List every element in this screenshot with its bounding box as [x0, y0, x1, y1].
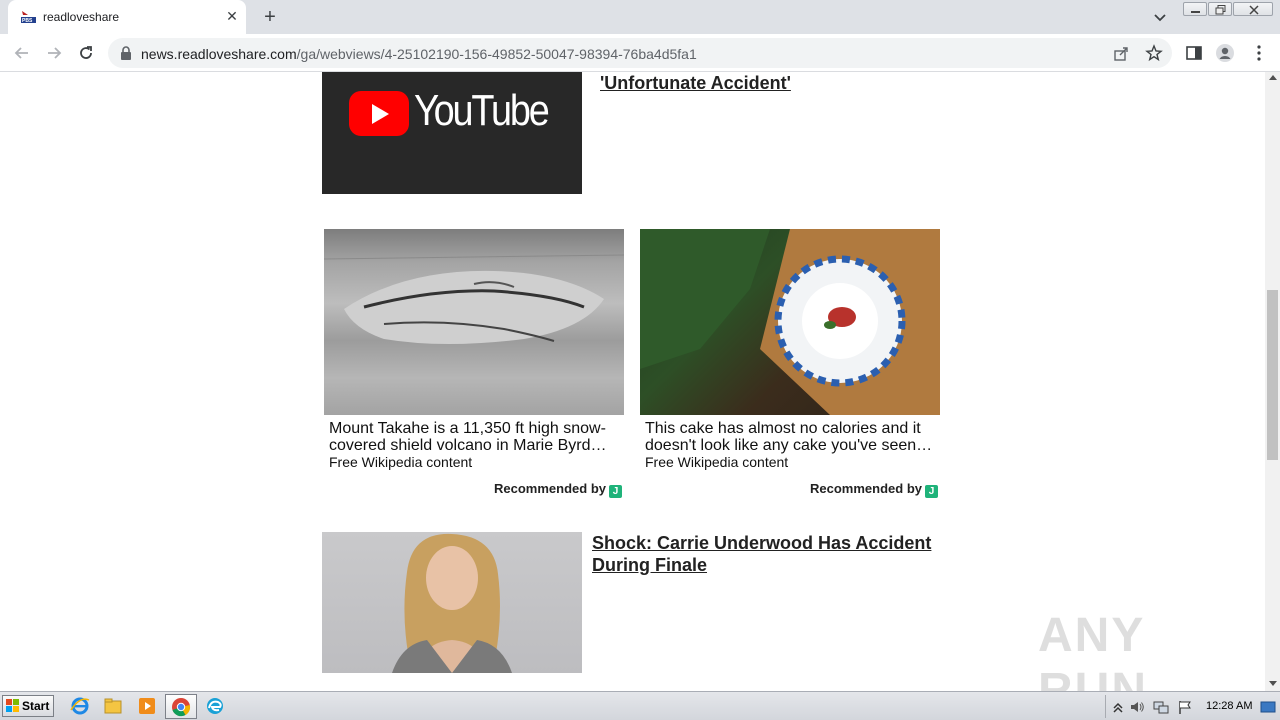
recommendation-caption[interactable]: Mount Takahe is a 11,350 ft high snow-co… — [324, 420, 620, 454]
browser-toolbar: news.readloveshare.com/ga/webviews/4-251… — [0, 34, 1280, 72]
recommended-by-text: Recommended by — [494, 481, 606, 496]
close-window-icon — [1249, 5, 1259, 15]
jubna-badge-icon: J — [925, 485, 938, 498]
tab-strip: PBS readloveshare ✕ + — [0, 0, 1280, 34]
show-hidden-icons-icon[interactable] — [1110, 699, 1126, 715]
restore-icon — [1215, 5, 1226, 15]
bookmark-star-icon[interactable] — [1145, 44, 1163, 62]
scrollbar-thumb[interactable] — [1267, 290, 1278, 460]
start-button[interactable]: Start — [2, 695, 54, 717]
recommendation-card-volcano[interactable]: Mount Takahe is a 11,350 ft high snow-co… — [324, 229, 624, 498]
recommendation-source: Free Wikipedia content — [329, 454, 473, 470]
more-menu-icon[interactable] — [1249, 43, 1269, 63]
url-path: /ga/webviews/4-25102190-156-49852-50047-… — [296, 46, 697, 62]
page-viewport: YouTube 'Unfortunate Accident' Mount Tak… — [0, 72, 1265, 691]
anyrun-watermark: ANY RUN — [1038, 609, 1148, 691]
jubna-badge-icon: J — [609, 485, 622, 498]
youtube-play-icon — [349, 91, 409, 136]
recommended-by-label[interactable]: Recommended by J — [494, 481, 622, 498]
second-article-link[interactable]: Shock: Carrie Underwood Has Accident Dur… — [592, 532, 942, 576]
chrome-icon — [172, 698, 191, 717]
recommendation-caption[interactable]: This cake has almost no calories and it … — [640, 420, 936, 454]
volcano-image[interactable] — [324, 229, 624, 415]
system-clock[interactable]: 12:28 AM — [1206, 700, 1252, 712]
recommendation-card-cake[interactable]: This cake has almost no calories and it … — [640, 229, 940, 498]
tab-title: readloveshare — [43, 10, 120, 24]
file-explorer-icon[interactable] — [102, 696, 124, 716]
youtube-wordmark: YouTube — [414, 86, 550, 135]
forward-arrow-icon[interactable] — [44, 43, 64, 63]
share-icon[interactable] — [1113, 45, 1129, 61]
carrie-underwood-thumbnail[interactable] — [322, 532, 582, 673]
address-bar[interactable]: news.readloveshare.com/ga/webviews/4-251… — [108, 38, 1172, 68]
cake-image[interactable] — [640, 229, 940, 415]
network-icon[interactable] — [1153, 699, 1169, 715]
tab-readloveshare[interactable]: PBS readloveshare ✕ — [8, 0, 246, 34]
top-article-link[interactable]: 'Unfortunate Accident' — [600, 72, 791, 94]
cake-plate-shape — [640, 229, 940, 415]
lock-icon[interactable] — [120, 46, 132, 60]
new-tab-button[interactable]: + — [259, 6, 281, 28]
recommended-by-text: Recommended by — [810, 481, 922, 496]
youtube-thumbnail[interactable]: YouTube — [322, 72, 582, 194]
page-scrollbar[interactable] — [1265, 72, 1280, 691]
url-text[interactable]: news.readloveshare.com/ga/webviews/4-251… — [141, 46, 697, 62]
svg-text:PBS: PBS — [22, 18, 33, 24]
edge-icon[interactable] — [204, 696, 226, 716]
chrome-taskbar-button[interactable] — [165, 694, 197, 719]
start-label: Start — [22, 699, 50, 713]
action-center-flag-icon[interactable] — [1177, 699, 1193, 715]
windows-flag-icon — [6, 699, 19, 712]
scroll-down-arrow-icon[interactable] — [1269, 681, 1277, 686]
profile-avatar-icon[interactable] — [1215, 43, 1235, 63]
reload-icon[interactable] — [76, 43, 96, 63]
windows-taskbar: Start 12:28 AM — [0, 691, 1280, 720]
site-favicon-icon: PBS — [20, 9, 37, 25]
side-panel-icon[interactable] — [1184, 43, 1204, 63]
portrait-shape — [392, 533, 512, 673]
back-arrow-icon[interactable] — [12, 43, 32, 63]
internet-explorer-icon[interactable] — [69, 696, 91, 716]
close-window-button[interactable] — [1233, 2, 1273, 16]
minimize-icon — [1191, 11, 1200, 13]
recommendation-source: Free Wikipedia content — [645, 454, 789, 470]
show-desktop-icon[interactable] — [1260, 699, 1276, 715]
tab-search-chevron-icon[interactable] — [1152, 9, 1168, 25]
recommended-by-label[interactable]: Recommended by J — [810, 481, 938, 498]
media-player-icon[interactable] — [136, 696, 158, 716]
url-host: news.readloveshare.com — [141, 46, 297, 62]
minimize-button[interactable] — [1183, 2, 1207, 16]
volume-icon[interactable] — [1129, 699, 1145, 715]
restore-button[interactable] — [1208, 2, 1232, 16]
tray-separator — [1105, 695, 1106, 718]
volcano-shape — [324, 254, 624, 344]
scroll-up-arrow-icon[interactable] — [1269, 75, 1277, 80]
tab-close-icon[interactable]: ✕ — [224, 8, 240, 24]
